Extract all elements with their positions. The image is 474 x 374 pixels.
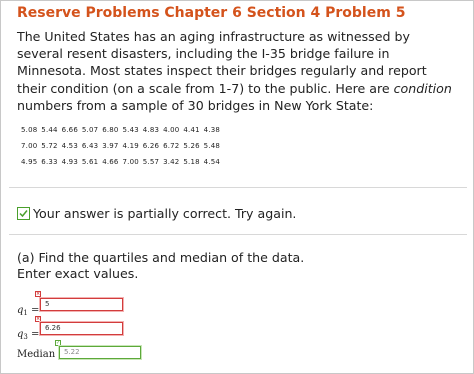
data-value: 5.43 [122,126,139,134]
question-text: (a) Find the quartiles and median of the… [17,250,304,281]
data-value: 3.97 [102,142,119,150]
data-value: 7.00 [21,142,38,150]
section-divider [9,187,467,188]
data-value: 3.42 [163,158,180,166]
data-row-3: 4.95 6.33 4.93 5.61 4.66 7.00 5.57 3.42 5.18 4.54 [21,158,224,166]
problem-title: Reserve Problems Chapter 6 Section 4 Pro… [17,5,406,21]
data-value: 4.66 [102,158,119,166]
feedback-message: Your answer is partially correct. Try ag… [17,206,296,221]
question-line-2: Enter exact values. [17,265,139,281]
data-value: 5.44 [41,126,58,134]
data-value: 5.72 [41,142,58,150]
data-value: 6.72 [163,142,180,150]
data-value: 5.48 [203,142,221,150]
data-row-1: 5.08 5.44 6.66 5.07 6.80 5.43 4.83 4.00 4.41 4.38 [21,126,224,134]
data-value: 4.93 [61,158,78,166]
problem-statement: The United States has an aging infrastru… [17,28,457,114]
data-value: 4.54 [203,158,221,166]
data-value: 5.07 [81,126,99,134]
data-value: 5.57 [142,158,160,166]
data-value: 6.43 [81,142,99,150]
data-value: 6.80 [102,126,119,134]
incorrect-mark-icon: × [35,291,41,297]
data-value: 4.38 [203,126,221,134]
feedback-text: Your answer is partially correct. Try ag… [33,206,297,221]
data-row-2: 7.00 5.72 4.53 6.43 3.97 4.19 6.26 6.72 5.26 5.48 [21,142,224,150]
q1-input[interactable]: 5 [40,298,123,311]
data-value: 6.66 [61,126,78,134]
q3-label: q3 = [17,329,40,341]
data-value: 4.00 [163,126,180,134]
data-value: 4.95 [21,158,38,166]
problem-emphasis: condition [393,80,452,96]
data-value: 4.53 [61,142,78,150]
problem-text-after: numbers from a sample of 30 bridges in N… [17,97,374,113]
section-divider [9,234,467,235]
data-value: 4.41 [183,126,200,134]
median-input[interactable]: 5.22 [59,346,141,359]
data-value: 4.19 [122,142,139,150]
data-value: 5.08 [21,126,38,134]
problem-panel: Reserve Problems Chapter 6 Section 4 Pro… [0,0,474,374]
data-value: 5.26 [183,142,200,150]
partial-check-icon [17,207,30,220]
data-value: 5.61 [81,158,99,166]
problem-text-before: The United States has an aging infrastru… [17,29,427,96]
data-value: 7.00 [122,158,139,166]
question-line-1: (a) Find the quartiles and median of the… [17,250,305,265]
data-value: 6.33 [41,158,58,166]
q3-input[interactable]: 6.26 [40,322,123,335]
data-value: 5.18 [183,158,200,166]
data-value: 4.83 [142,126,160,134]
data-value: 6.26 [142,142,160,150]
